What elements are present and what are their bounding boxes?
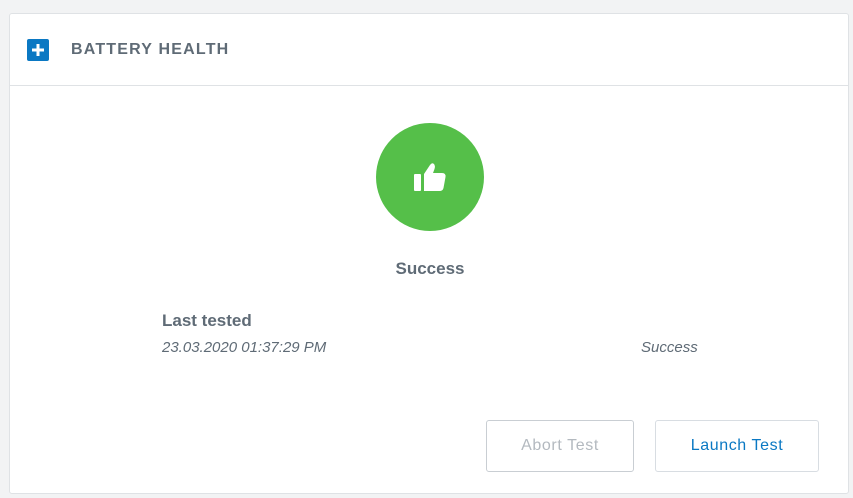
thumbs-up-icon — [414, 163, 446, 191]
last-tested-date: 23.03.2020 01:37:29 PM — [162, 339, 327, 356]
abort-test-button[interactable]: Abort Test — [486, 420, 634, 472]
status-indicator — [376, 123, 484, 231]
card-title: BATTERY HEALTH — [71, 40, 230, 58]
launch-test-button[interactable]: Launch Test — [655, 420, 819, 472]
status-label: Success — [395, 259, 465, 278]
last-tested-label: Last tested — [162, 311, 252, 330]
battery-health-card: BATTERY HEALTH Success Last tested 23.03… — [9, 13, 849, 494]
last-test-result: Success — [641, 339, 698, 356]
plus-icon[interactable] — [27, 38, 49, 61]
card-header: BATTERY HEALTH — [10, 14, 848, 86]
